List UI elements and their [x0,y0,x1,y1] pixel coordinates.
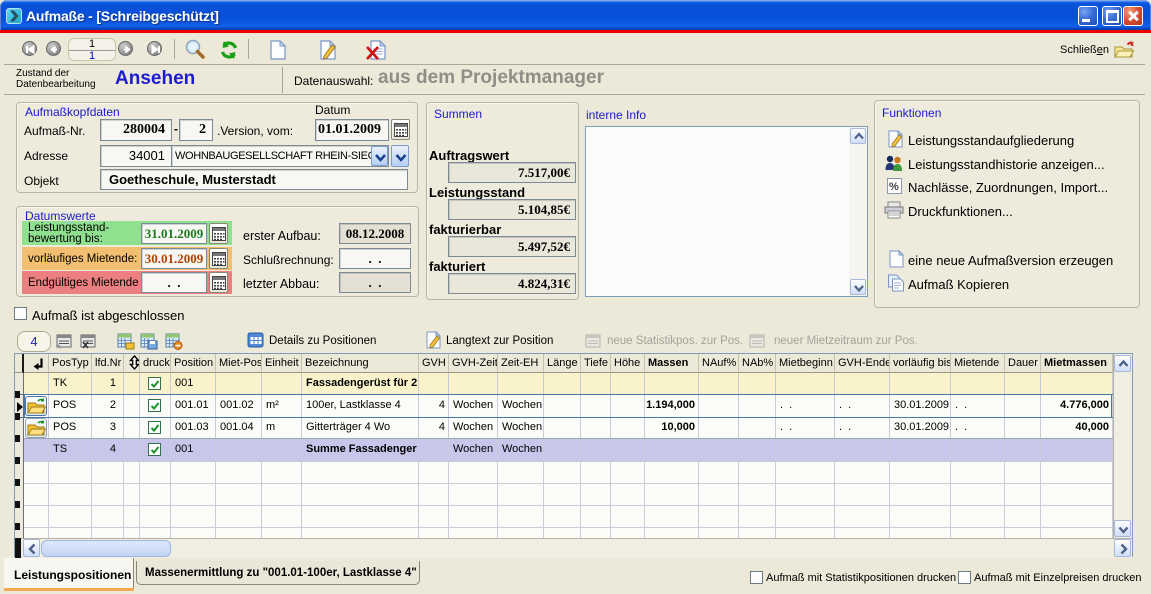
svg-text:%: % [889,181,899,193]
